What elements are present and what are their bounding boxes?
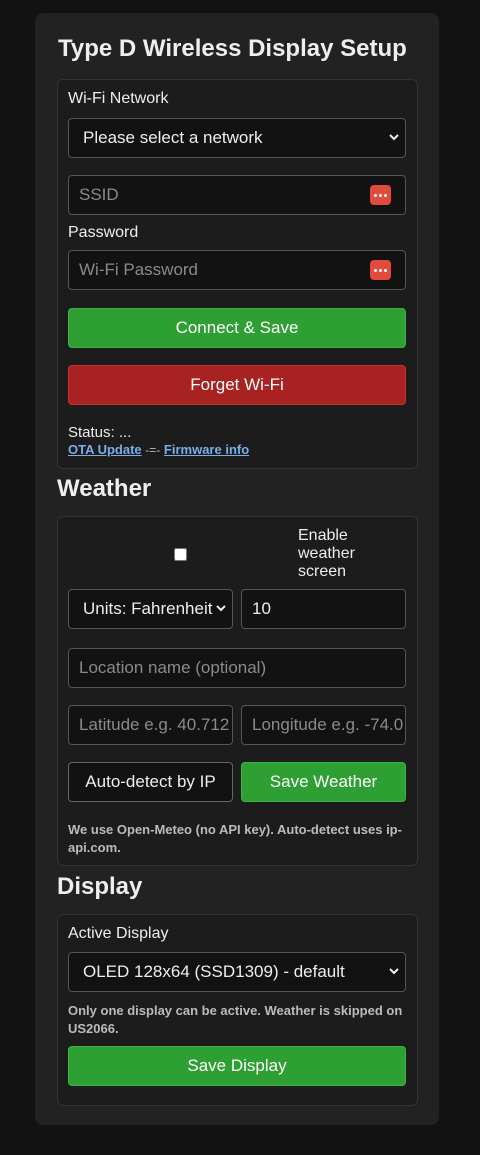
password-placeholder: Wi-Fi Password <box>79 260 199 279</box>
save-display-button[interactable]: Save Display <box>68 1046 406 1086</box>
display-heading: Display <box>57 873 143 900</box>
latitude-input[interactable]: Latitude e.g. 40.712 <box>68 705 233 745</box>
latitude-placeholder: Latitude e.g. 40.712 <box>79 715 230 734</box>
connect-save-button[interactable]: Connect & Save <box>68 308 406 348</box>
save-weather-button[interactable]: Save Weather <box>241 762 406 802</box>
enable-weather-checkbox[interactable] <box>174 548 187 561</box>
wifi-panel: Wi-Fi Network Please select a network SS… <box>57 79 418 469</box>
longitude-input[interactable]: Longitude e.g. -74.0 <box>241 705 406 745</box>
autodetect-ip-button[interactable]: Auto-detect by IP <box>68 762 233 802</box>
active-display-select[interactable]: OLED 128x64 (SSD1309) - default <box>68 952 406 992</box>
active-display-select-value: OLED 128x64 (SSD1309) - default <box>83 962 345 981</box>
enable-weather-label: Enable weather screen <box>298 527 355 580</box>
page-title: Type D Wireless Display Setup <box>58 35 407 62</box>
setup-card: Type D Wireless Display Setup Wi-Fi Netw… <box>35 13 439 1125</box>
chevron-down-icon <box>389 968 399 975</box>
wifi-network-select-value: Please select a network <box>83 128 263 147</box>
display-panel: Active Display OLED 128x64 (SSD1309) - d… <box>57 914 418 1106</box>
refresh-input[interactable]: 10 <box>241 589 406 629</box>
display-note: Only one display can be active. Weather … <box>68 1003 403 1036</box>
location-input[interactable]: Location name (optional) <box>68 648 406 688</box>
footer-links: OTA Update -=- Firmware info <box>68 442 249 457</box>
weather-heading: Weather <box>57 475 152 502</box>
refresh-value: 10 <box>252 599 271 618</box>
password-input[interactable]: Wi-Fi Password <box>68 250 406 290</box>
location-placeholder: Location name (optional) <box>79 658 267 677</box>
password-manager-icon[interactable] <box>370 185 391 205</box>
chevron-down-icon <box>389 134 399 141</box>
weather-note: We use Open-Meteo (no API key). Auto-det… <box>68 822 402 855</box>
status-text: Status: ... <box>68 424 132 441</box>
wifi-network-label: Wi-Fi Network <box>68 90 169 107</box>
ssid-input[interactable]: SSID <box>68 175 406 215</box>
units-select[interactable]: Units: Fahrenheit <box>68 589 233 629</box>
ota-update-link[interactable]: OTA Update <box>68 442 142 457</box>
units-select-value: Units: Fahrenheit <box>83 599 213 618</box>
active-display-label: Active Display <box>68 925 169 942</box>
forget-wifi-button[interactable]: Forget Wi-Fi <box>68 365 406 405</box>
firmware-info-link[interactable]: Firmware info <box>164 442 249 457</box>
link-separator: -=- <box>145 443 161 457</box>
password-manager-icon[interactable] <box>370 260 391 280</box>
weather-panel: Enable weather screen Units: Fahrenheit … <box>57 516 418 866</box>
longitude-placeholder: Longitude e.g. -74.0 <box>252 715 404 734</box>
ssid-placeholder: SSID <box>79 185 119 204</box>
wifi-network-select[interactable]: Please select a network <box>68 118 406 158</box>
chevron-down-icon <box>214 601 228 615</box>
password-label: Password <box>68 224 139 241</box>
